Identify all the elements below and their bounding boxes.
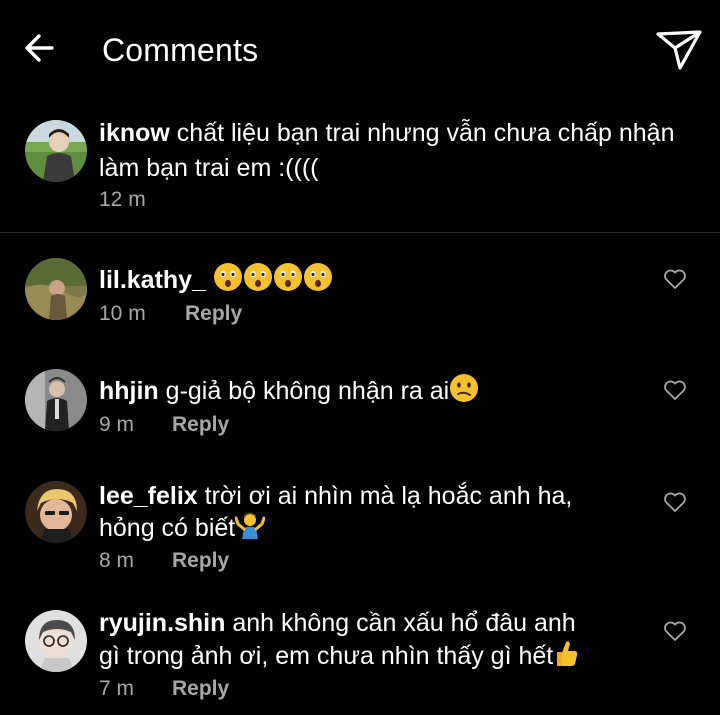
back-arrow-icon <box>25 34 54 62</box>
emoji-row <box>213 263 333 294</box>
comment-text: lee_felix trời ơi ai nhìn mà lạ hoắc anh… <box>99 479 572 514</box>
divider <box>0 232 720 233</box>
avatar-image <box>25 610 87 672</box>
avatar[interactable] <box>25 481 87 543</box>
avatar[interactable] <box>25 258 87 320</box>
comment-body: anh không cần xấu hổ đâu anh <box>225 609 576 637</box>
astonished-face-icon <box>303 263 332 291</box>
caption-username[interactable]: iknow <box>99 119 170 147</box>
heart-outline-icon[interactable] <box>663 620 687 642</box>
astonished-face-icon <box>273 263 302 291</box>
reply-button[interactable]: Reply <box>172 412 229 438</box>
avatar[interactable] <box>25 369 87 431</box>
avatar-image <box>25 258 87 320</box>
comment-text-line2: gì trong ảnh ơi, em chưa nhìn thấy gì hế… <box>99 638 579 674</box>
heart-outline-icon[interactable] <box>663 379 687 401</box>
reply-button[interactable]: Reply <box>172 548 229 574</box>
avatar-image <box>25 369 87 431</box>
comment-username[interactable]: lil.kathy_ <box>99 266 206 294</box>
comment-text: lil.kathy_ <box>99 262 333 298</box>
caption-text: iknow chất liệu bạn trai nhưng vẫn chưa … <box>99 116 714 151</box>
heart-outline-icon[interactable] <box>663 491 687 513</box>
comment-body <box>206 266 213 294</box>
thumbs-up-icon <box>557 641 578 666</box>
header-bar: Comments <box>0 0 720 100</box>
caption-time: 12 m <box>99 188 146 211</box>
comment-text: hhjin g-giả bộ không nhận ra ai <box>99 373 479 409</box>
astonished-face-icon <box>243 263 272 291</box>
comment-username[interactable]: hhjin <box>99 377 159 405</box>
astonished-face-icon <box>213 263 242 291</box>
comment-username[interactable]: ryujin.shin <box>99 609 225 637</box>
comment-body: trời ơi ai nhìn mà lạ hoắc anh ha, <box>197 482 573 510</box>
comment-text: ryujin.shin anh không cần xấu hổ đâu anh <box>99 606 576 641</box>
comment-time: 10 m <box>99 302 146 325</box>
comment-username[interactable]: lee_felix <box>99 482 198 510</box>
avatar-image <box>25 120 87 182</box>
send-button[interactable] <box>654 26 704 72</box>
page-title: Comments <box>102 32 259 68</box>
confused-face-icon <box>450 374 479 402</box>
reply-button[interactable]: Reply <box>185 301 242 327</box>
comment-time: 9 m <box>99 413 135 436</box>
heart-outline-icon[interactable] <box>663 268 687 290</box>
avatar-image <box>25 481 87 543</box>
back-button[interactable] <box>22 30 58 66</box>
comment-time: 8 m <box>99 549 135 572</box>
avatar[interactable] <box>25 610 87 672</box>
comment-text-line2: hỏng có biết <box>99 510 266 546</box>
person-shrugging-icon <box>235 512 266 539</box>
avatar[interactable] <box>25 120 87 182</box>
caption-body: chất liệu bạn trai nhưng vẫn chưa chấp n… <box>169 119 675 147</box>
comment-body: g-giả bộ không nhận ra ai <box>158 377 450 405</box>
send-icon <box>656 30 702 70</box>
comment-time: 7 m <box>99 677 135 700</box>
reply-button[interactable]: Reply <box>172 676 229 702</box>
caption-text-line2: làm bạn trai em :(((( <box>99 154 319 182</box>
